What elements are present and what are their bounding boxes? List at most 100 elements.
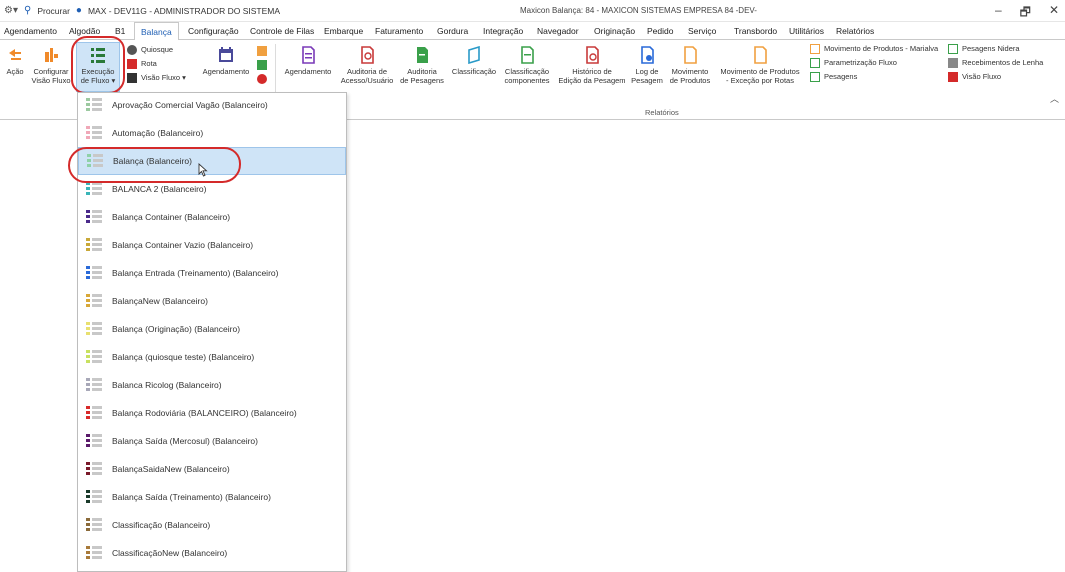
history-icon: [586, 46, 599, 64]
menu-item[interactable]: Balança Saída (Treinamento) (Balanceiro): [78, 483, 346, 511]
agendamento-button-1[interactable]: Agendamento: [200, 46, 252, 76]
restore-button[interactable]: 🗗: [1020, 3, 1031, 24]
small-action-3[interactable]: [257, 72, 267, 86]
tab-transbordo[interactable]: Transbordo: [734, 26, 777, 36]
movimento-excecao-button[interactable]: Movimento de Produtos - Exceção por Rotas: [716, 46, 804, 85]
menu-item-label: BalançaNew (Balanceiro): [112, 296, 208, 306]
visao-fluxo-dropdown[interactable]: Visão Fluxo ▾: [127, 71, 186, 85]
menu-item-label: Aprovação Comercial Vagão (Balanceiro): [112, 100, 268, 110]
movimento-produtos-button[interactable]: Movimento de Produtos: [666, 46, 714, 85]
menu-item[interactable]: Balança (quiosque teste) (Balanceiro): [78, 343, 346, 371]
audit-weigh-icon: [417, 47, 428, 63]
flow-list-icon: [86, 546, 102, 560]
rota-icon: [127, 59, 137, 69]
flow-list-icon: [86, 238, 102, 252]
menu-item-label: Balança Rodoviária (BALANCEIRO) (Balance…: [112, 408, 297, 418]
nidera-report-icon: [948, 44, 958, 54]
search-icon[interactable]: ⚲: [24, 5, 31, 16]
report-icon: [810, 44, 820, 54]
visao-fluxo-report-button[interactable]: Visão Fluxo: [948, 70, 1043, 84]
menu-item[interactable]: Balança Rodoviária (BALANCEIRO) (Balance…: [78, 399, 346, 427]
app-menu-icon[interactable]: ⚙▾: [4, 5, 18, 16]
classify-icon: [468, 46, 480, 64]
flow-list-icon: [86, 322, 102, 336]
menu-item[interactable]: Aprovação Comercial Vagão (Balanceiro): [78, 93, 346, 119]
window-title: Maxicon Balança: 84 - MAXICON SISTEMAS E…: [520, 6, 757, 15]
agendamento-button-2[interactable]: Agendamento: [282, 46, 334, 76]
menu-item[interactable]: Classificação (Balanceiro): [78, 511, 346, 539]
menu-item-label: Balanca Ricolog (Balanceiro): [112, 380, 222, 390]
recebimentos-lenha-button[interactable]: Recebimentos de Lenha: [948, 56, 1043, 70]
tab-agendamento[interactable]: Agendamento: [4, 26, 57, 36]
scale-icon: [257, 46, 267, 56]
movimento-marialva-button[interactable]: Movimento de Produtos - Marialva: [810, 42, 938, 56]
tab-b1[interactable]: B1: [115, 26, 125, 36]
tab-controle-de-filas[interactable]: Controle de Filas: [250, 26, 314, 36]
calendar-icon: [219, 47, 233, 62]
tab-faturamento[interactable]: Faturamento: [375, 26, 423, 36]
configurar-visao-fluxo-button[interactable]: Configurar Visão Fluxo: [30, 46, 72, 85]
log-pesagem-button[interactable]: Log de Pesagem: [630, 46, 664, 85]
close-button[interactable]: ✕: [1049, 3, 1059, 24]
menu-item[interactable]: Balança Container Vazio (Balanceiro): [78, 231, 346, 259]
tab-balanca[interactable]: Balança: [134, 22, 179, 41]
tab-gordura[interactable]: Gordura: [437, 26, 468, 36]
collapse-ribbon-icon[interactable]: ︿: [1050, 92, 1059, 105]
movement-exception-icon: [754, 46, 767, 64]
menu-item-label: Balança Container Vazio (Balanceiro): [112, 240, 254, 250]
menu-item[interactable]: ClassificaçãoNew (Balanceiro): [78, 539, 346, 567]
tab-algodao[interactable]: Algodão: [69, 26, 100, 36]
historico-edicao-button[interactable]: Histórico de Edição da Pesagem: [556, 46, 628, 85]
menu-item[interactable]: Balança Entrada (Treinamento) (Balanceir…: [78, 259, 346, 287]
settings-report-icon: [810, 58, 820, 68]
menu-item[interactable]: Balanca Ricolog (Balanceiro): [78, 371, 346, 399]
pesagens-button[interactable]: Pesagens: [810, 70, 938, 84]
classificacao-button[interactable]: Classificação: [450, 46, 498, 76]
tab-utilitarios[interactable]: Utilitários: [789, 26, 824, 36]
auditoria-pesagens-button[interactable]: Auditoria de Pesagens: [398, 46, 446, 85]
flow-list-icon: [86, 462, 102, 476]
group-label-relatorios: Relatórios: [645, 108, 679, 117]
acao-button[interactable]: Ação: [2, 46, 28, 76]
menu-item[interactable]: Balança Container (Balanceiro): [78, 203, 346, 231]
menu-item-label: Balança Saída (Treinamento) (Balanceiro): [112, 492, 271, 502]
small-action-1[interactable]: [257, 44, 267, 58]
title-bar: ⚙▾ ⚲ Procurar ● MAX - DEV11G - ADMINISTR…: [0, 0, 1065, 22]
menu-item-label: Balança (quiosque teste) (Balanceiro): [112, 352, 255, 362]
small-action-2[interactable]: [257, 58, 267, 72]
chart-small-icon: [257, 60, 267, 70]
flow-list-icon: [86, 490, 102, 504]
flow-config-icon: [45, 48, 58, 62]
tab-relatorios[interactable]: Relatórios: [836, 26, 874, 36]
parametrizacao-fluxo-button[interactable]: Parametrização Fluxo: [810, 56, 938, 70]
flow-report-icon: [948, 72, 958, 82]
pesagens-nidera-button[interactable]: Pesagens Nidera: [948, 42, 1043, 56]
flow-list-icon: [86, 378, 102, 392]
tab-embarque[interactable]: Embarque: [324, 26, 363, 36]
flow-list-icon: [86, 294, 102, 308]
search-button[interactable]: Procurar: [37, 6, 70, 16]
menu-item[interactable]: BalançaSaidaNew (Balanceiro): [78, 455, 346, 483]
tab-pedido[interactable]: Pedido: [647, 26, 673, 36]
menu-item-label: Balança Entrada (Treinamento) (Balanceir…: [112, 268, 279, 278]
rota-button[interactable]: Rota: [127, 57, 186, 71]
tab-originacao[interactable]: Originação: [594, 26, 635, 36]
quiosque-button[interactable]: Quiosque: [127, 43, 186, 57]
menu-item[interactable]: Balança (Originação) (Balanceiro): [78, 315, 346, 343]
quiosque-icon: [127, 45, 137, 55]
minimize-button[interactable]: –: [995, 3, 1002, 24]
tab-integracao[interactable]: Integração: [483, 26, 523, 36]
menu-item-label: BalançaSaidaNew (Balanceiro): [112, 464, 230, 474]
menu-item[interactable]: BalançaNew (Balanceiro): [78, 287, 346, 315]
mouse-cursor-icon: [198, 163, 208, 177]
classificacao-componentes-button[interactable]: Classificação componentes: [500, 46, 554, 85]
arrows-icon: [9, 49, 21, 60]
tab-navegador[interactable]: Navegador: [537, 26, 579, 36]
flow-list-icon: [86, 126, 102, 140]
menu-item-label: Automação (Balanceiro): [112, 128, 204, 138]
auditoria-acesso-button[interactable]: Auditoria de Acesso/Usuário: [338, 46, 396, 85]
tab-servico[interactable]: Serviço: [688, 26, 716, 36]
tab-configuracao[interactable]: Configuração: [188, 26, 239, 36]
menu-item[interactable]: Balança Saída (Mercosul) (Balanceiro): [78, 427, 346, 455]
menu-item[interactable]: Automação (Balanceiro): [78, 119, 346, 147]
